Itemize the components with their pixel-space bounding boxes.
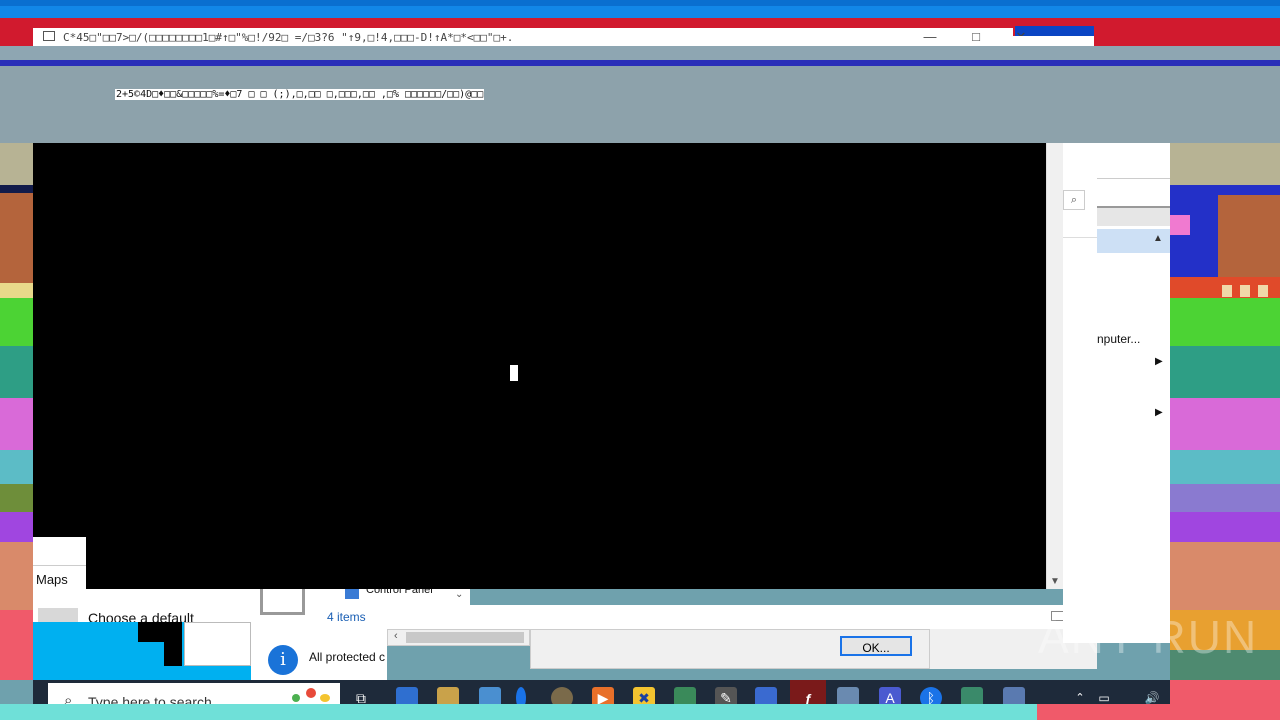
hscroll-bar[interactable]: ‹ xyxy=(387,629,530,646)
glitch-band-blue xyxy=(0,6,1280,18)
console-cursor xyxy=(510,365,518,381)
maps-label[interactable]: Maps xyxy=(36,572,68,587)
glitch-right-8 xyxy=(1258,285,1268,297)
glitch-right-3 xyxy=(1218,195,1280,277)
menu-arrow-1[interactable]: ▶ xyxy=(1155,356,1163,367)
garbled-console-line: 2+5©4D□♦□□&□□□□□%=♦□7 □ □ (;),□,□□ □,□□□… xyxy=(115,89,485,100)
glitch-right-1 xyxy=(1170,143,1280,185)
glitch-left-1 xyxy=(0,143,33,185)
black-stair-1 xyxy=(138,622,182,642)
ribbon-strip xyxy=(1097,143,1170,179)
console-window-title: C*45□"□□7>□/(□□□□□□□□1□#↑□"%□!/92□ =/□3?… xyxy=(63,31,514,44)
nav-pane-header[interactable]: ▲ xyxy=(1097,229,1170,253)
glitch-right-6 xyxy=(1222,285,1232,297)
black-stair-2 xyxy=(164,642,182,666)
search-icon[interactable]: ⌕ xyxy=(1063,190,1085,210)
scroll-down-icon[interactable]: ▼ xyxy=(1050,576,1060,587)
console-title-bar[interactable]: C*45□"□□7>□/(□□□□□□□□1□#↑□"%□!/92□ =/□3?… xyxy=(33,28,1026,46)
title-bar-white-ext xyxy=(1013,36,1094,46)
this-computer-label[interactable]: nputer... xyxy=(1097,332,1140,346)
items-count: 4 items xyxy=(327,610,366,624)
ribbon-tab xyxy=(1097,206,1170,226)
menu-arrow-2[interactable]: ▶ xyxy=(1155,407,1163,418)
info-icon: i xyxy=(268,645,298,675)
glitch-left-12 xyxy=(0,610,33,680)
console-left-bleed xyxy=(33,143,86,537)
glitch-right-10 xyxy=(1170,346,1280,398)
anyrun-watermark: ANY RUN xyxy=(1038,611,1259,663)
choose-default-icon xyxy=(38,608,78,622)
hscroll-thumb[interactable] xyxy=(406,632,524,643)
glitch-left-9 xyxy=(0,484,33,512)
glitch-left-3 xyxy=(0,193,33,283)
control-panel-icon xyxy=(345,589,359,599)
glitch-band-gray xyxy=(0,46,1280,60)
glitch-left-2 xyxy=(0,185,33,193)
console-white-strip xyxy=(33,537,86,565)
glitch-right-11 xyxy=(1170,398,1280,450)
glitch-left-8 xyxy=(0,450,33,484)
glitch-right-13 xyxy=(1170,484,1280,512)
glitch-left-11 xyxy=(0,542,33,610)
scroll-left-icon[interactable]: ‹ xyxy=(394,630,398,642)
glitch-left-7 xyxy=(0,398,33,450)
maps-divider xyxy=(33,565,86,566)
maximize-button[interactable]: □ xyxy=(953,28,999,46)
glitch-right-15 xyxy=(1170,542,1280,610)
glitch-right-12 xyxy=(1170,450,1280,484)
glitch-right-4 xyxy=(1170,215,1190,235)
minimize-button[interactable]: — xyxy=(907,28,953,46)
console-window-icon xyxy=(43,31,55,41)
console-vertical-scrollbar[interactable]: ▼ xyxy=(1046,143,1063,589)
glitch-bottom-right xyxy=(1037,704,1280,720)
status-bar: 4 items xyxy=(313,605,1097,629)
protected-text: All protected c xyxy=(309,650,386,664)
glitch-right-9 xyxy=(1170,298,1280,346)
glitch-left-4 xyxy=(0,283,33,298)
glitch-right-7 xyxy=(1240,285,1250,297)
control-panel-row[interactable]: Control Panel ⌄ xyxy=(313,584,470,605)
white-block xyxy=(184,622,251,666)
console-output-area[interactable] xyxy=(86,143,1046,589)
glitch-left-6 xyxy=(0,346,33,398)
gray-frame xyxy=(260,589,305,615)
glitch-right-14 xyxy=(1170,512,1280,542)
chevron-down-icon[interactable]: ⌄ xyxy=(455,589,463,600)
divider-line xyxy=(1063,237,1098,238)
chevron-up-icon[interactable]: ▲ xyxy=(1153,233,1163,244)
ok-button[interactable]: OK... xyxy=(840,636,912,656)
glitch-band-steel xyxy=(0,66,1280,143)
